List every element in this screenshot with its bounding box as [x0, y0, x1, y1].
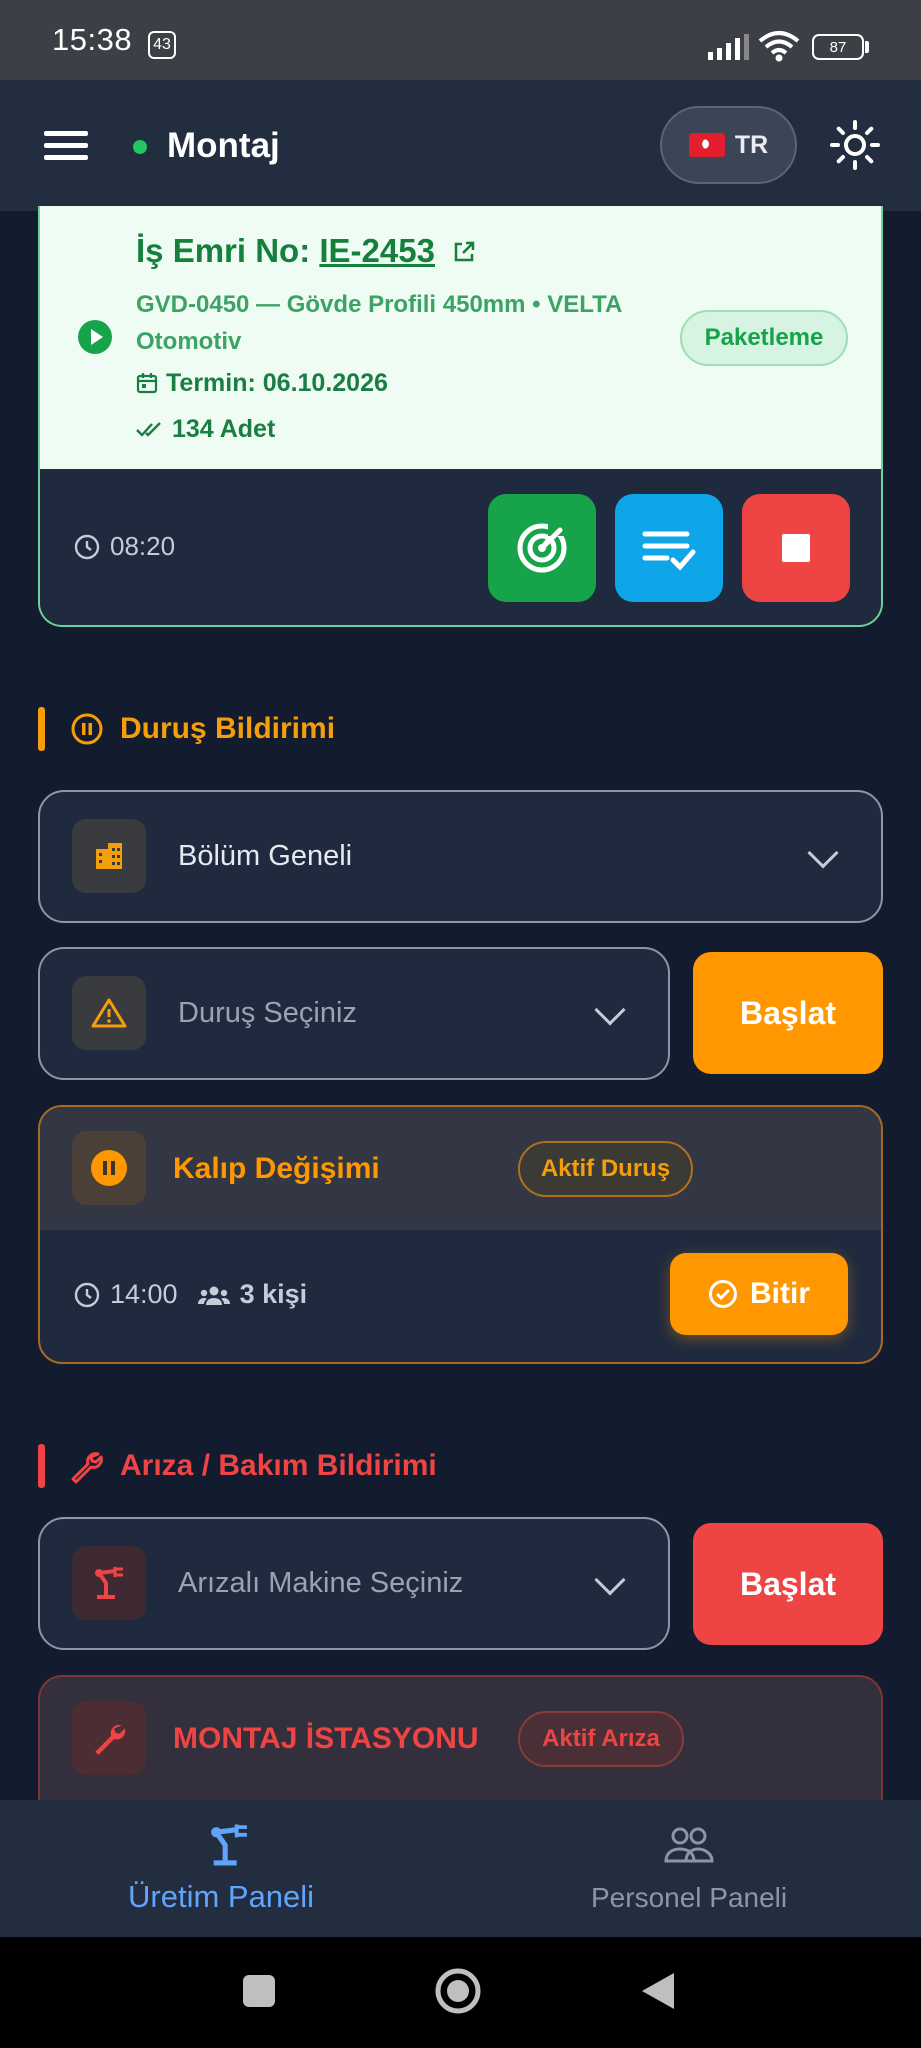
work-order-stage-badge: Paketleme [680, 310, 848, 366]
fault-section-bar [38, 1444, 45, 1488]
status-bar: 15:38 43 87 [0, 0, 921, 80]
active-downtime-title: Kalıp Değişimi [173, 1152, 380, 1185]
recents-button-icon[interactable] [243, 1975, 275, 2007]
people-icon [197, 1286, 230, 1305]
downtime-section-bar [38, 707, 45, 751]
downtime-people: 3 kişi [239, 1279, 308, 1309]
battery-icon: 87 [812, 34, 864, 60]
building-icon [72, 819, 146, 893]
elapsed-time: 08:20 [110, 531, 176, 561]
stop-button[interactable] [742, 494, 850, 602]
chevron-down-icon [594, 1564, 626, 1596]
work-order-actions: 08:20 [40, 469, 881, 625]
work-order-description: GVD-0450 — Gövde Profili 450mm • VELTA O… [136, 291, 622, 355]
home-button-icon[interactable] [434, 1967, 482, 2015]
stop-icon [782, 534, 810, 562]
chevron-down-icon [594, 994, 626, 1026]
downtime-finish-button[interactable]: Bitir [670, 1253, 848, 1335]
clock-icon [74, 534, 100, 559]
faulty-machine-placeholder: Arızalı Makine Seçiniz [178, 1567, 464, 1599]
quantity-text: 134 Adet [172, 415, 276, 443]
notification-count-badge: 43 [148, 31, 176, 59]
active-fault-card: MONTAJ İSTASYONU Aktif Arıza [38, 1675, 883, 1815]
signal-icon [708, 34, 749, 60]
active-downtime-card: Kalıp Değişimi Aktif Duruş 14:00 3 kişi … [38, 1105, 883, 1364]
active-downtime-header: Kalıp Değişimi Aktif Duruş [40, 1107, 881, 1230]
page-title: Montaj [167, 126, 280, 165]
turkey-flag-icon [688, 133, 725, 157]
back-button-icon[interactable] [640, 1971, 676, 2011]
faulty-machine-select[interactable]: Arızalı Makine Seçiniz [38, 1517, 670, 1650]
fault-start-button[interactable]: Başlat [693, 1523, 883, 1645]
work-order-title: İş Emri No: IE-2453 [136, 232, 476, 270]
checklist-button[interactable] [615, 494, 723, 602]
wrench-icon [72, 1701, 146, 1775]
nav-personnel-panel[interactable]: Personel Paneli [460, 1800, 921, 1937]
work-order-header: İş Emri No: IE-2453 GVD-0450 — Gövde Pro… [40, 206, 881, 469]
checklist-icon [642, 531, 696, 571]
bottom-navigation: Üretim Paneli Personel Paneli [0, 1800, 921, 1937]
department-value: Bölüm Geneli [178, 840, 353, 872]
pause-icon [72, 1131, 146, 1205]
status-time: 15:38 [52, 22, 133, 57]
pause-circle-icon [71, 713, 103, 745]
active-fault-badge: Aktif Arıza [518, 1711, 684, 1767]
nav-production-panel[interactable]: Üretim Paneli [0, 1800, 460, 1937]
downtime-start-time: 14:00 [110, 1279, 178, 1309]
radar-icon [517, 514, 572, 573]
robot-arm-icon [211, 1824, 247, 1866]
work-order-label: İş Emri No: [136, 232, 320, 269]
wrench-icon [71, 1452, 103, 1484]
language-switcher[interactable]: TR [660, 106, 797, 184]
menu-icon[interactable] [44, 131, 88, 161]
language-code: TR [734, 130, 769, 159]
work-order-number-link[interactable]: IE-2453 [319, 232, 435, 269]
robot-arm-icon [72, 1546, 146, 1620]
downtime-meta: 14:00 3 kişi [74, 1279, 307, 1310]
active-downtime-badge: Aktif Duruş [518, 1141, 693, 1197]
system-navigation-bar [0, 1937, 921, 2048]
theme-toggle-sun-icon[interactable] [830, 120, 880, 170]
fault-section-title: Arıza / Bakım Bildirimi [120, 1449, 437, 1482]
downtime-section-title: Duruş Bildirimi [120, 712, 336, 745]
downtime-start-button[interactable]: Başlat [693, 952, 883, 1074]
double-check-icon [136, 422, 161, 437]
work-order-due-date: Termin: 06.10.2026 [136, 369, 388, 398]
people-icon [664, 1827, 714, 1863]
downtime-reason-placeholder: Duruş Seçiniz [178, 997, 357, 1029]
work-order-quantity: 134 Adet [136, 415, 275, 444]
department-select[interactable]: Bölüm Geneli [38, 790, 883, 923]
nav-personnel-label: Personel Paneli [591, 1882, 788, 1913]
battery-tip [865, 41, 869, 53]
work-order-time: 08:20 [74, 531, 175, 562]
clock-icon [74, 1282, 100, 1307]
finish-label: Bitir [750, 1277, 810, 1310]
running-play-icon [78, 320, 112, 354]
active-fault-title: MONTAJ İSTASYONU [173, 1722, 479, 1755]
online-status-dot [133, 140, 147, 154]
calendar-icon [136, 373, 158, 394]
radar-button[interactable] [488, 494, 596, 602]
work-order-card: İş Emri No: IE-2453 GVD-0450 — Gövde Pro… [38, 206, 883, 627]
nav-production-label: Üretim Paneli [128, 1879, 315, 1914]
downtime-reason-select[interactable]: Duruş Seçiniz [38, 947, 670, 1080]
chevron-down-icon [807, 837, 839, 869]
external-link-icon[interactable] [452, 240, 476, 264]
wifi-icon [758, 31, 800, 62]
warning-icon [72, 976, 146, 1050]
check-circle-icon [709, 1280, 737, 1308]
due-date-text: Termin: 06.10.2026 [166, 369, 388, 397]
